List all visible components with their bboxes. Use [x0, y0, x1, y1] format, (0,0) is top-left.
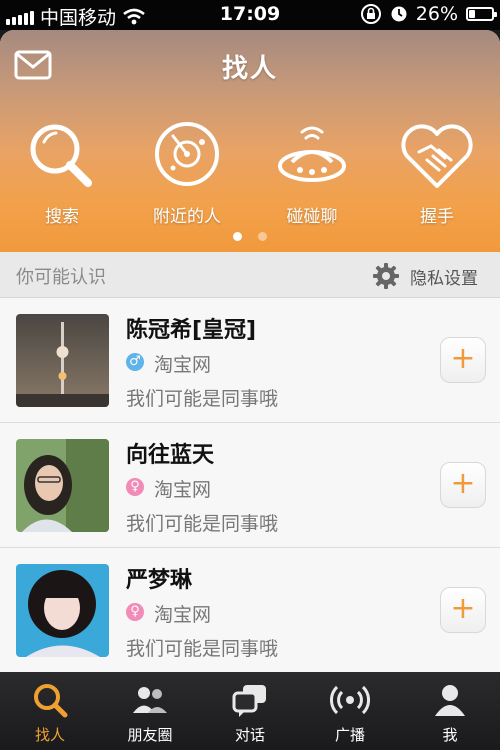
add-friend-button[interactable]: +: [440, 587, 486, 633]
app-screen: 找人 搜索 附近的人 碰碰聊 握手 你可能认识 隐私设置 陈冠希[皇冠] ♂ 淘…: [0, 30, 500, 672]
nearby-action[interactable]: 附近的人: [137, 116, 237, 227]
privacy-settings-label: 隐私设置: [410, 268, 478, 289]
tab-chat[interactable]: 对话: [200, 672, 300, 750]
section-header: 你可能认识 隐私设置: [0, 252, 500, 298]
user-icon: [435, 685, 465, 716]
tab-label: 对话: [234, 726, 265, 744]
add-friend-button[interactable]: +: [440, 337, 486, 383]
tab-find-people[interactable]: 找人: [0, 672, 100, 750]
tab-bar: 找人 朋友圈 对话 广播 我: [0, 672, 500, 750]
person-name: 严梦琳: [126, 568, 193, 593]
list-item[interactable]: 陈冠希[皇冠] ♂ 淘宝网 我们可能是同事哦 +: [0, 298, 500, 423]
tab-label: 找人: [34, 726, 65, 744]
add-friend-button[interactable]: +: [440, 462, 486, 508]
rotation-lock-icon: [360, 4, 381, 24]
tab-me[interactable]: 我: [400, 672, 500, 750]
avatar: [16, 314, 109, 407]
privacy-settings-button[interactable]: 隐私设置: [372, 262, 478, 290]
chat-icon: [232, 685, 266, 717]
page-title: 找人: [221, 54, 278, 84]
avatar: [16, 564, 109, 657]
page-dot: [233, 232, 242, 241]
people-list: 陈冠希[皇冠] ♂ 淘宝网 我们可能是同事哦 + 向往蓝天 ♀ 淘宝网 我们可能…: [0, 298, 500, 672]
broadcast-icon: [330, 685, 370, 715]
list-item[interactable]: 向往蓝天 ♀ 淘宝网 我们可能是同事哦 +: [0, 423, 500, 548]
friends-icon: [133, 687, 167, 713]
tab-label: 朋友圈: [127, 726, 173, 744]
female-icon: ♀: [126, 603, 144, 621]
bump-icon: [278, 126, 346, 182]
tab-friends[interactable]: 朋友圈: [100, 672, 200, 750]
tab-broadcast[interactable]: 广播: [300, 672, 400, 750]
person-company: 淘宝网: [154, 479, 212, 501]
handshake-action[interactable]: 握手: [387, 116, 487, 227]
person-company: 淘宝网: [154, 604, 212, 626]
tab-label: 我: [442, 726, 458, 744]
page-dot: [258, 232, 267, 241]
person-company: 淘宝网: [154, 354, 212, 376]
page-indicator: [0, 232, 500, 241]
nearby-action-label: 附近的人: [153, 207, 221, 227]
search-action-label: 搜索: [45, 207, 79, 227]
battery-icon: [466, 7, 497, 21]
handshake-action-label: 握手: [420, 207, 454, 227]
person-name: 向往蓝天: [126, 443, 215, 468]
header: 找人 搜索 附近的人 碰碰聊 握手: [0, 30, 500, 252]
female-icon: ♀: [126, 478, 144, 496]
search-icon: [34, 684, 68, 718]
list-item[interactable]: 严梦琳 ♀ 淘宝网 我们可能是同事哦 +: [0, 548, 500, 672]
male-icon: ♂: [126, 353, 144, 371]
section-title: 你可能认识: [16, 267, 106, 288]
battery-percent: 26%: [415, 3, 458, 25]
search-icon: [30, 124, 92, 187]
person-note: 我们可能是同事哦: [126, 513, 279, 535]
bump-action-label: 碰碰聊: [286, 207, 338, 227]
search-action[interactable]: 搜索: [12, 116, 112, 227]
alarm-icon: [391, 6, 407, 22]
handshake-heart-icon: [401, 124, 473, 188]
tab-label: 广播: [334, 726, 365, 744]
radar-icon: [155, 122, 219, 186]
avatar: [16, 439, 109, 532]
person-name: 陈冠希[皇冠]: [126, 318, 257, 343]
status-bar: 中国移动 17:09 26%: [0, 0, 500, 30]
gear-icon: [373, 263, 399, 289]
person-note: 我们可能是同事哦: [126, 388, 279, 410]
bump-action[interactable]: 碰碰聊: [262, 116, 362, 227]
person-note: 我们可能是同事哦: [126, 638, 279, 660]
